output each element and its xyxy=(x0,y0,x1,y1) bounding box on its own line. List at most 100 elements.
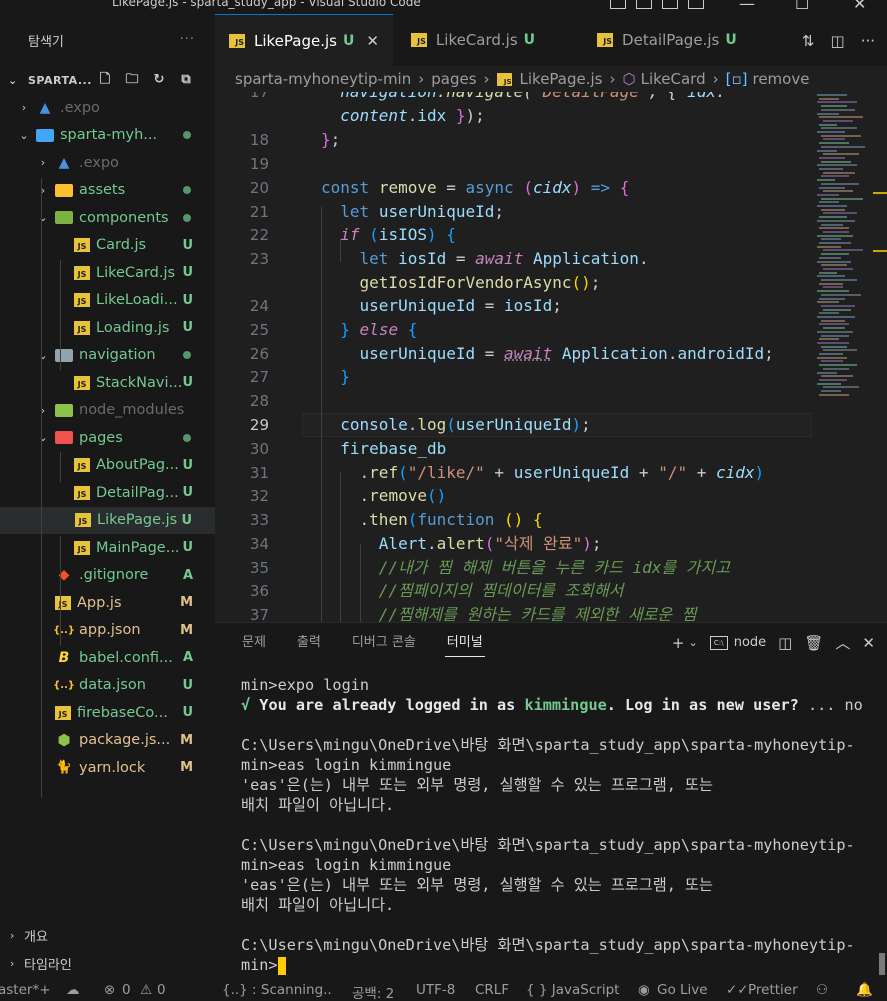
go-live-button[interactable]: Go Live xyxy=(657,982,708,998)
git-branch[interactable]: aster*+ xyxy=(0,982,51,998)
file-item[interactable]: JS DetailPag... U xyxy=(0,479,215,507)
warning-count[interactable]: 0 xyxy=(157,982,166,998)
notifications-icon[interactable]: 🔔 xyxy=(856,982,873,998)
tree-indent-guide xyxy=(60,260,61,370)
breadcrumb-item[interactable]: LikePage.js xyxy=(520,70,603,88)
more-actions-icon[interactable]: ··· xyxy=(180,32,195,47)
file-item[interactable]: JS LikeLoadi... U xyxy=(0,287,215,315)
file-item[interactable]: {..} data.json U xyxy=(0,672,215,700)
file-item[interactable]: JS MainPage... U xyxy=(0,534,215,562)
warning-icon[interactable]: ⚠ xyxy=(140,982,152,998)
bottom-panel: 문제 출력 디버그 콘솔 터미널 + ⌄ C:\ node ◫ 🗑 ︿ ✕ mi… xyxy=(215,622,887,981)
minimap[interactable] xyxy=(813,92,879,622)
close-window-icon[interactable]: ✕ xyxy=(853,0,866,13)
chevron-right-icon: › xyxy=(10,956,15,970)
breadcrumb-item[interactable]: LikeCard xyxy=(641,70,706,88)
breadcrumb-item[interactable]: pages xyxy=(431,70,476,88)
folder-item[interactable]: ⌄ components xyxy=(0,204,215,232)
folder-item[interactable]: › ▲ .expo xyxy=(0,94,215,122)
sync-icon[interactable]: ☁ xyxy=(66,982,80,998)
code-line: console.log(userUniqueId); xyxy=(340,415,591,434)
refresh-icon[interactable]: ↻ xyxy=(150,71,168,89)
language-mode[interactable]: { } JavaScript xyxy=(526,982,619,998)
terminal-line: C:\Users\mingu\OneDrive\바탕 화면\sparta_stu… xyxy=(241,936,855,954)
eol-status[interactable]: CRLF xyxy=(475,982,509,998)
terminal-icon: C:\ xyxy=(709,635,728,650)
encoding-status[interactable]: UTF-8 xyxy=(416,982,455,998)
file-item[interactable]: JS StackNavi... U xyxy=(0,369,215,397)
js-file-icon: JS xyxy=(229,33,245,48)
minimize-icon[interactable]: — xyxy=(739,0,755,13)
close-tab-icon[interactable]: ✕ xyxy=(366,32,379,50)
tab-likecard[interactable]: JS LikeCard.js U xyxy=(393,14,549,66)
tab-terminal[interactable]: 터미널 xyxy=(444,623,485,663)
prettier-status[interactable]: Prettier xyxy=(748,982,798,998)
js-file-icon: JS xyxy=(74,293,90,308)
git-status-badge: U xyxy=(182,540,193,556)
chevron-right-icon: › xyxy=(418,70,425,88)
code-line: } else { xyxy=(340,320,418,339)
folder-item[interactable]: › ▲ .expo xyxy=(0,149,215,177)
file-item[interactable]: JS LikePage.js U xyxy=(0,506,215,534)
folder-item[interactable]: › node_modules xyxy=(0,397,215,425)
terminal-scrollbar[interactable] xyxy=(879,953,885,975)
compare-changes-icon[interactable]: ⇅ xyxy=(802,32,815,50)
new-file-icon[interactable]: 🗋 xyxy=(96,71,114,89)
maximize-icon[interactable]: ☐ xyxy=(795,0,809,13)
folder-item[interactable]: ⌄ navigation xyxy=(0,342,215,370)
new-folder-icon[interactable]: 🗀 xyxy=(123,71,141,89)
split-editor-icon[interactable]: ◫ xyxy=(831,32,845,50)
file-item[interactable]: JS Card.js U xyxy=(0,232,215,260)
code-line: let userUniqueId; xyxy=(340,202,505,221)
file-item[interactable]: JS firebaseCo... U xyxy=(0,699,215,727)
workspace-root-label: SPARTA... xyxy=(28,73,92,87)
file-item[interactable]: JS App.js M xyxy=(0,589,215,617)
file-item[interactable]: 🐈 yarn.lock M xyxy=(0,754,215,782)
code-editor[interactable]: 17 18 19 20 21 22 23 24 25 26 27 28 29 30 31 32 33 34 35 36… xyxy=(215,92,887,622)
folder-item[interactable]: ⌄ pages xyxy=(0,424,215,452)
customize-layout-icon[interactable] xyxy=(688,0,704,9)
file-item[interactable]: JS AboutPag... U xyxy=(0,452,215,480)
chevron-down-icon: ⌄ xyxy=(8,73,18,87)
toggle-panel-icon[interactable] xyxy=(636,0,652,9)
toggle-sidebar-icon[interactable] xyxy=(610,0,626,9)
error-icon[interactable]: ⊗ xyxy=(104,982,115,998)
folder-item[interactable]: › assets xyxy=(0,177,215,205)
terminal-output[interactable]: min>expo login √ You are already logged … xyxy=(241,675,881,975)
breadcrumb-item[interactable]: sparta-myhoneytip-min xyxy=(235,70,411,88)
close-panel-icon[interactable]: ✕ xyxy=(862,634,875,652)
git-status-badge: A xyxy=(182,650,193,666)
split-terminal-icon[interactable]: ◫ xyxy=(778,634,792,652)
trash-icon[interactable]: 🗑 xyxy=(804,634,823,652)
timeline-section[interactable]: › 타임라인 xyxy=(0,949,72,977)
tab-debug-console[interactable]: 디버그 콘솔 xyxy=(352,623,416,663)
indentation-status[interactable]: 공백: 2 xyxy=(352,982,394,1001)
breadcrumb-item[interactable]: remove xyxy=(752,70,809,88)
tab-label: DetailPage.js xyxy=(622,31,720,49)
outline-section[interactable]: › 개요 xyxy=(0,921,48,949)
window-title: LikePage.js - sparta_study_app - Visual … xyxy=(112,0,421,9)
tab-output[interactable]: 출력 xyxy=(297,623,321,663)
chevron-down-icon[interactable]: ⌄ xyxy=(689,636,698,649)
file-item[interactable]: JS LikeCard.js U xyxy=(0,259,215,287)
file-item[interactable]: {..} app.json M xyxy=(0,617,215,645)
file-item[interactable]: JS Loading.js U xyxy=(0,314,215,342)
workspace-root[interactable]: ⌄ SPARTA... 🗋 🗀 ↻ ⧉ xyxy=(0,66,215,94)
error-count[interactable]: 0 xyxy=(122,982,131,998)
editor-scrollbar[interactable] xyxy=(873,92,887,622)
file-item[interactable]: ⬢ package.js... M xyxy=(0,727,215,755)
scanning-status[interactable]: {..} : Scanning.. xyxy=(222,982,332,998)
new-terminal-icon[interactable]: + xyxy=(672,634,685,652)
maximize-panel-icon[interactable]: ︿ xyxy=(835,632,850,653)
tab-problems[interactable]: 문제 xyxy=(242,623,266,663)
more-actions-icon[interactable]: ··· xyxy=(861,32,875,50)
feedback-icon[interactable]: ⚇ xyxy=(816,982,828,998)
terminal-shell-label[interactable]: node xyxy=(734,635,766,650)
tab-detailpage[interactable]: JS DetailPage.js U xyxy=(549,14,751,66)
folder-item[interactable]: ⌄ sparta-myh... xyxy=(0,122,215,150)
tab-likepage[interactable]: JS LikePage.js U ✕ xyxy=(215,14,393,66)
file-item[interactable]: Bbabel.confi... A xyxy=(0,644,215,672)
toggle-secondary-sidebar-icon[interactable] xyxy=(662,0,678,9)
collapse-all-icon[interactable]: ⧉ xyxy=(177,71,195,89)
file-item[interactable]: ◆ .gitignore A xyxy=(0,562,215,590)
